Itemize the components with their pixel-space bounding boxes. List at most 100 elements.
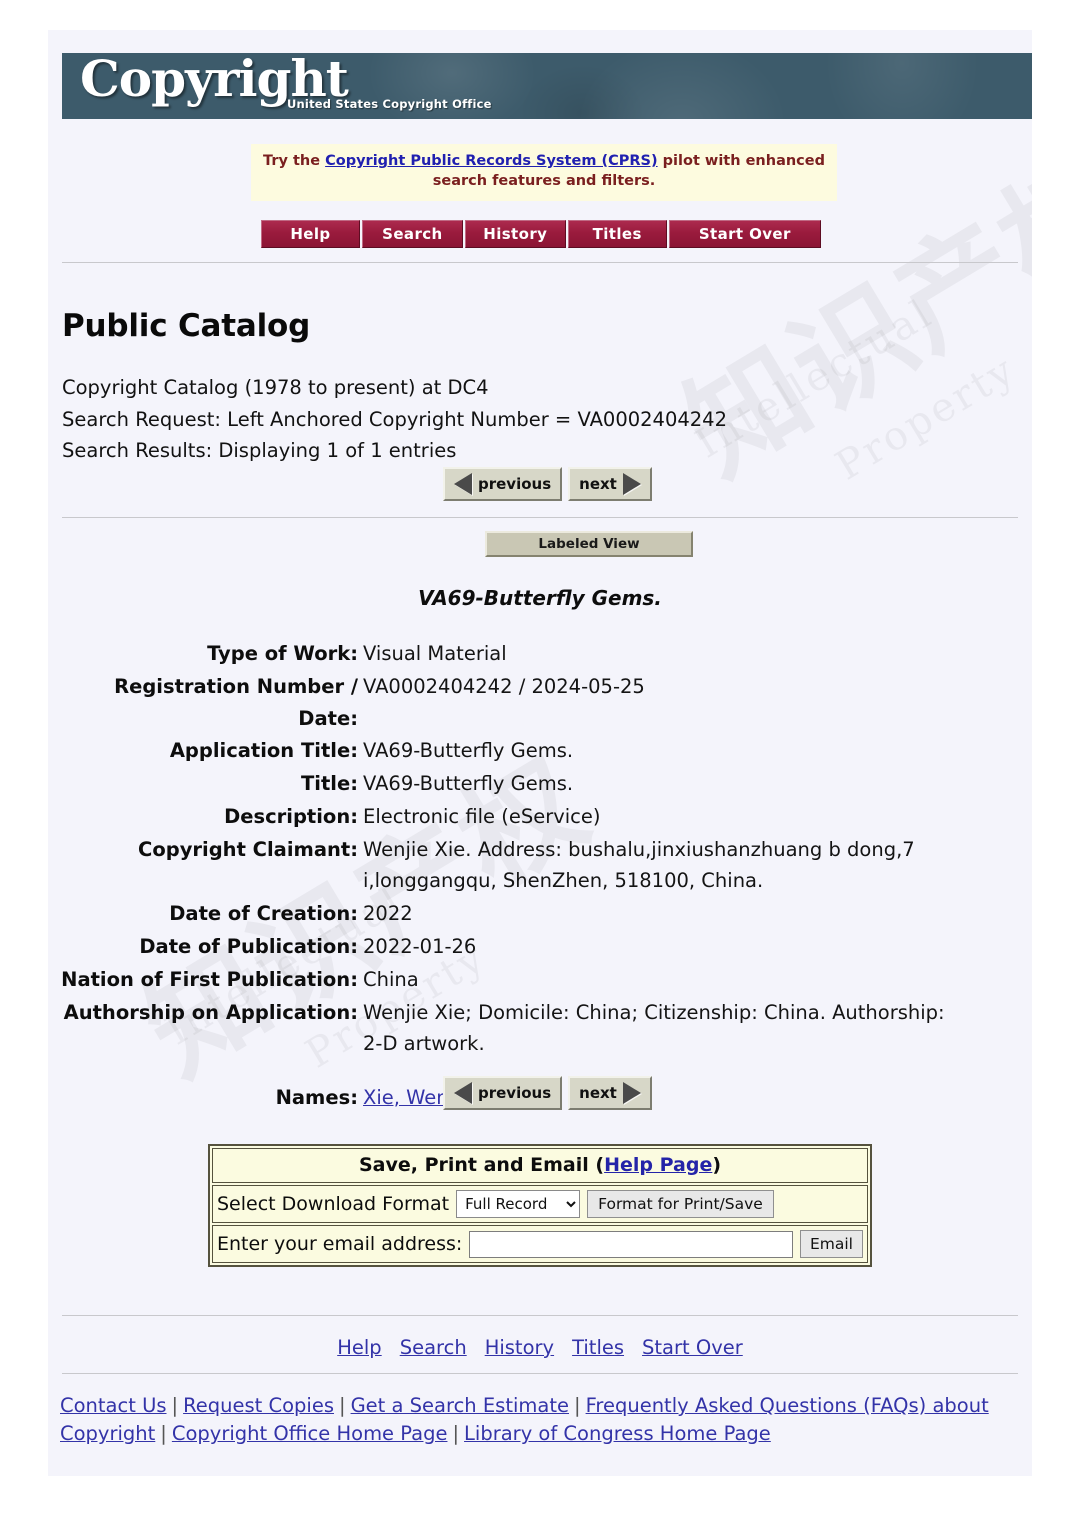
previous-label: previous [478, 475, 552, 493]
labeled-view-button[interactable]: Labeled View [485, 531, 693, 557]
footer-link-copyright-home[interactable]: Copyright Office Home Page [172, 1422, 448, 1445]
help-page-link[interactable]: Help Page [604, 1154, 712, 1176]
field-value: Wenjie Xie; Domicile: China; Citizenship… [363, 1000, 945, 1056]
cprs-pilot-notice: Try the Copyright Public Records System … [251, 144, 837, 202]
previous-button-top[interactable]: previous [443, 467, 563, 501]
field-label: Description: [224, 804, 358, 828]
next-label: next [579, 475, 617, 493]
email-address-label: Enter your email address: [217, 1233, 463, 1255]
top-navigation-bar: Help Search History Titles Start Over [261, 220, 821, 248]
pager-bottom: previous next [443, 1076, 652, 1110]
footer-navigation: Help Search History Titles Start Over [48, 1336, 1032, 1359]
record-field-table: Type of Work: Visual Material Registrati… [48, 638, 1032, 1115]
footer-separator: | [338, 1394, 346, 1417]
field-value: VA0002404242 / 2024-05-25 [363, 674, 645, 698]
spe-header-text: Save, Print and Email ( [358, 1154, 605, 1176]
format-for-print-save-button[interactable]: Format for Print/Save [587, 1190, 774, 1218]
nav-button-help[interactable]: Help [261, 220, 360, 248]
footer-link-start-over[interactable]: Start Over [642, 1336, 743, 1359]
table-row: Copyright Claimant: Wenjie Xie. Address:… [48, 834, 1032, 898]
field-label: Authorship on Application: [63, 1000, 358, 1024]
record-title: VA69-Butterfly Gems. [418, 586, 662, 610]
field-label: Copyright Claimant: [138, 837, 358, 861]
next-button-top[interactable]: next [568, 467, 652, 501]
email-submit-button[interactable]: Email [799, 1230, 863, 1258]
pager-top: previous next [443, 467, 652, 501]
field-label: Title: [300, 772, 358, 796]
page-title: Public Catalog [62, 308, 311, 344]
field-label: Registration Number / Date: [114, 674, 358, 730]
arrow-right-icon [622, 473, 641, 495]
download-format-select[interactable]: Full Record [456, 1190, 581, 1218]
nav-button-history[interactable]: History [464, 220, 566, 248]
footer-separator: | [160, 1422, 167, 1446]
table-row: Type of Work: Visual Material [48, 638, 1032, 670]
spe-header-close: ) [712, 1154, 722, 1176]
divider-below-footer-nav [62, 1373, 1018, 1374]
footer-link-request-copies[interactable]: Request Copies [183, 1394, 334, 1417]
search-summary: Copyright Catalog (1978 to present) at D… [62, 372, 942, 467]
field-value: 2022-01-26 [363, 935, 477, 959]
divider-below-nav [62, 262, 1018, 263]
previous-label: previous [478, 1084, 552, 1102]
field-value: Wenjie Xie. Address: bushalu,jinxiushanz… [363, 837, 915, 893]
table-row: Date of Publication: 2022-01-26 [48, 931, 1032, 963]
footer-link-help[interactable]: Help [337, 1336, 381, 1359]
field-value: VA69-Butterfly Gems. [363, 739, 574, 763]
search-request-line: Search Request: Left Anchored Copyright … [62, 407, 727, 431]
field-value: VA69-Butterfly Gems. [363, 772, 574, 796]
save-print-email-panel: Save, Print and Email (Help Page) Select… [208, 1144, 872, 1267]
divider-above-record [62, 517, 1018, 518]
field-label: Application Title: [169, 739, 358, 763]
footer-separator: | [171, 1394, 179, 1417]
footer-link-contact-us[interactable]: Contact Us [60, 1394, 167, 1417]
table-row: Registration Number / Date: VA0002404242… [48, 671, 1032, 735]
field-label: Type of Work: [207, 642, 358, 665]
page-canvas: 知识产权 知识产权 Intellectual Property Intellec… [48, 30, 1032, 1476]
table-row: Application Title: VA69-Butterfly Gems. [48, 735, 1032, 767]
table-row: Date of Creation: 2022 [48, 898, 1032, 930]
nav-button-search[interactable]: Search [361, 220, 463, 248]
search-results-line: Search Results: Displaying 1 of 1 entrie… [62, 439, 457, 463]
footer-link-loc-home[interactable]: Library of Congress Home Page [464, 1422, 771, 1445]
table-row: Nation of First Publication: China [48, 964, 1032, 996]
footer-link-titles[interactable]: Titles [572, 1336, 624, 1359]
field-value: Electronic file (eService) [363, 804, 601, 828]
footer-link-search-estimate[interactable]: Get a Search Estimate [351, 1394, 569, 1417]
nav-button-start-over[interactable]: Start Over [668, 220, 821, 248]
table-row: Authorship on Application: Wenjie Xie; D… [48, 997, 1032, 1061]
footer-separator: | [452, 1422, 460, 1446]
footer-link-history[interactable]: History [485, 1336, 554, 1359]
email-input[interactable] [469, 1230, 793, 1258]
email-row: Enter your email address: Email [212, 1225, 868, 1263]
field-label: Date of Creation: [169, 902, 358, 926]
arrow-left-icon [454, 473, 472, 495]
next-button-bottom[interactable]: next [568, 1076, 652, 1110]
save-print-email-header-row: Save, Print and Email (Help Page) [212, 1148, 868, 1183]
divider-above-footer-nav [62, 1315, 1018, 1316]
arrow-left-icon [454, 1082, 472, 1104]
footer-link-search[interactable]: Search [400, 1336, 467, 1359]
next-label: next [579, 1084, 617, 1102]
save-print-email-header: Save, Print and Email (Help Page) [213, 1149, 867, 1182]
site-banner: Copyright United States Copyright Office [62, 53, 1032, 119]
field-value: China [363, 967, 419, 991]
arrow-right-icon [622, 1082, 641, 1104]
download-format-label: Select Download Format [217, 1193, 450, 1215]
table-row: Description: Electronic file (eService) [48, 801, 1032, 833]
field-value: 2022 [363, 902, 413, 926]
banner-subtitle: United States Copyright Office [287, 97, 492, 111]
cprs-link[interactable]: Copyright Public Records System (CPRS) [325, 153, 658, 169]
field-label: Nation of First Publication: [61, 967, 358, 991]
footer-link-list: Contact Us | Request Copies | Get a Search E… [60, 1392, 1020, 1449]
previous-button-bottom[interactable]: previous [443, 1076, 563, 1110]
field-label: Date of Publication: [139, 935, 358, 959]
catalog-line: Copyright Catalog (1978 to present) at D… [62, 376, 489, 399]
table-row: Title: VA69-Butterfly Gems. [48, 768, 1032, 800]
footer-separator: | [574, 1394, 581, 1417]
field-value: Visual Material [363, 642, 507, 665]
notice-prefix: Try the [263, 153, 326, 169]
nav-button-titles[interactable]: Titles [567, 220, 667, 248]
download-format-row: Select Download Format Full Record Forma… [212, 1185, 868, 1223]
names-label: Names: [275, 1086, 358, 1110]
